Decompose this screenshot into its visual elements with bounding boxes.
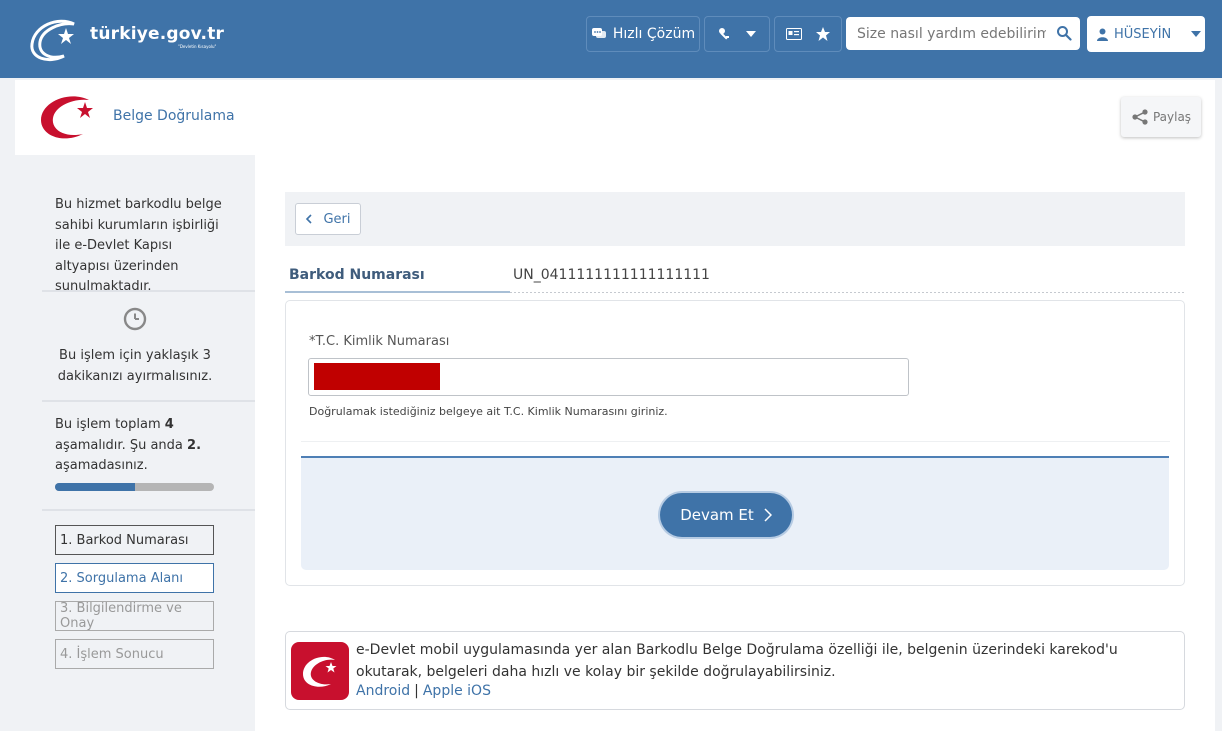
back-bar: Geri (285, 192, 1185, 246)
clock-icon (123, 307, 147, 331)
stage-info-text: Bu işlem toplam 4 aşamalıdır. Şu anda 2.… (55, 417, 202, 473)
tc-number-label: *T.C. Kimlik Numarası (309, 334, 450, 349)
share-icon (1132, 109, 1148, 125)
progress-bar-fill (55, 483, 135, 491)
step-sorgulama-alani[interactable]: 2. Sorgulama Alanı (55, 563, 214, 593)
sidebar-divider (42, 509, 256, 511)
share-label: Paylaş (1152, 110, 1192, 124)
form-separator (301, 441, 1170, 442)
apple-ios-link[interactable]: Apple iOS (423, 683, 491, 699)
time-estimate-text: Bu işlem için yaklaşık 3 dakikanızı ayır… (57, 348, 213, 384)
id-favorites-button[interactable] (774, 16, 842, 52)
step-islem-sonucu: 4. İşlem Sonucu (55, 639, 214, 669)
e-devlet-emblem-icon (41, 96, 93, 139)
continue-label: Devam Et (680, 506, 754, 524)
app-store-links: Android | Apple iOS (356, 683, 491, 699)
sidebar-divider (42, 290, 256, 292)
search-box (846, 17, 1080, 50)
chevron-down-icon (1191, 31, 1202, 37)
turkiye-gov-logo[interactable]: türkiye.gov.tr "Devletin Kısayolu" (28, 14, 238, 64)
redacted-tc-value (314, 363, 440, 390)
quick-solution-label: Hızlı Çözüm (612, 26, 696, 42)
key-menu-button[interactable] (704, 16, 770, 52)
key-icon (719, 28, 729, 40)
user-icon (1097, 28, 1108, 41)
barcode-number-label: Barkod Numarası (289, 267, 425, 283)
page-title-card: Belge Doğrulama Paylaş (15, 80, 1215, 155)
quick-solution-button[interactable]: Hızlı Çözüm (586, 16, 700, 52)
logo-tagline: "Devletin Kısayolu" (178, 44, 217, 49)
sidebar-divider (42, 400, 256, 402)
back-label: Geri (323, 211, 351, 227)
barcode-label-underline (285, 291, 510, 293)
user-menu-button[interactable]: HÜSEYİN (1087, 16, 1205, 52)
back-button[interactable]: Geri (295, 203, 361, 235)
continue-button[interactable]: Devam Et (660, 493, 792, 537)
sidebar: Bu hizmet barkodlu belge sahibi kurumlar… (15, 155, 256, 731)
chevron-down-icon (746, 31, 756, 37)
main-content: Geri Barkod Numarası UN_0411111111111111… (255, 155, 1215, 731)
search-icon[interactable] (1056, 25, 1072, 41)
android-link[interactable]: Android (356, 683, 410, 699)
step-bilgilendirme-ve-onay: 3. Bilgilendirme ve Onay (55, 601, 214, 631)
step-barkod-numarasi[interactable]: 1. Barkod Numarası (55, 525, 214, 555)
link-separator: | (414, 683, 419, 699)
progress-bar (55, 483, 214, 491)
logo-text: türkiye.gov.tr (90, 24, 225, 44)
share-button[interactable]: Paylaş (1121, 97, 1201, 137)
crescent-star-icon (303, 656, 337, 687)
tc-number-help-text: Doğrulamak istediğiniz belgeye ait T.C. … (309, 405, 668, 418)
barcode-number-value: UN_0411111111111111111 (513, 267, 710, 283)
e-devlet-app-icon (291, 642, 349, 700)
top-header: türkiye.gov.tr "Devletin Kısayolu" Hızlı… (0, 0, 1222, 78)
mobile-app-info-card: e-Devlet mobil uygulamasında yer alan Ba… (285, 631, 1185, 710)
mobile-app-info-text: e-Devlet mobil uygulamasında yer alan Ba… (356, 642, 1118, 680)
search-input[interactable] (846, 17, 1046, 50)
crescent-star-logo-icon (30, 19, 75, 61)
barcode-value-underline (510, 292, 1185, 293)
chevron-right-icon (764, 508, 772, 522)
user-name: HÜSEYİN (1114, 26, 1172, 42)
id-card-icon (786, 28, 802, 40)
form-action-area: Devam Et (301, 456, 1169, 570)
star-icon (816, 27, 830, 41)
service-intro-text: Bu hizmet barkodlu belge sahibi kurumlar… (55, 197, 222, 294)
chat-bubbles-icon (591, 28, 606, 38)
page-title: Belge Doğrulama (113, 108, 235, 124)
chevron-left-icon (306, 214, 313, 224)
query-form: *T.C. Kimlik Numarası Doğrulamak istediğ… (285, 300, 1185, 586)
